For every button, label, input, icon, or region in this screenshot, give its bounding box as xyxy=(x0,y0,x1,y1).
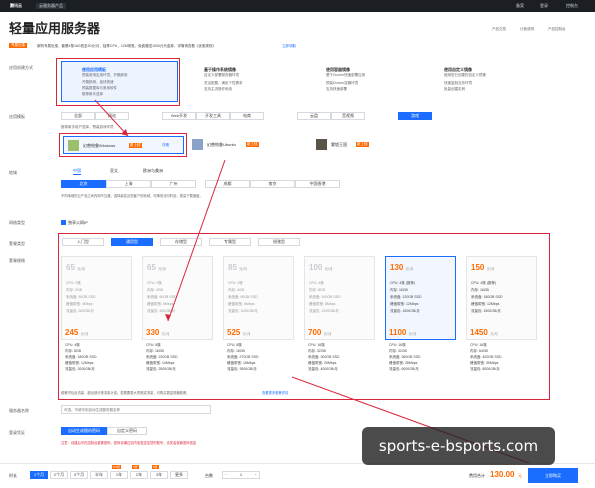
top-bar: 腾讯云 云服务器产品 备案 登录 控制台 xyxy=(0,0,595,12)
creation-desc: 自定义部署服务器环境 xyxy=(204,73,239,77)
duration-3y[interactable]: 3年 xyxy=(150,471,168,479)
template-palworld-ubuntu[interactable]: 幻兽帕鲁Ubuntu 新上线 xyxy=(188,136,309,154)
duration-badge: 5折 xyxy=(152,465,159,469)
creation-point: 支持快速部署 xyxy=(326,87,347,91)
template-tab-games[interactable]: 游戏 xyxy=(398,112,432,120)
doc-link[interactable]: 产品文档 xyxy=(492,27,506,32)
network-checkbox[interactable] xyxy=(61,220,66,225)
plus-icon[interactable]: + xyxy=(255,472,257,478)
duration-more[interactable]: 更多 xyxy=(170,471,188,479)
duration-1y[interactable]: 1年 xyxy=(110,471,128,479)
template-tab-webdev[interactable]: Web开发 xyxy=(162,112,196,120)
duration-6m[interactable]: 半年 xyxy=(90,471,108,479)
login-label: 登录凭证 xyxy=(9,430,25,435)
server-name-label: 服务器名称 xyxy=(9,408,29,413)
region-chengdu[interactable]: 成都 xyxy=(205,180,250,188)
network-option: 独享公网IP xyxy=(68,220,88,225)
login-random-password[interactable]: 自动生成随机密码 xyxy=(61,427,107,435)
fee-amount: 130.00 xyxy=(490,470,515,479)
nav-product[interactable]: 云服务器产品 xyxy=(36,3,66,9)
nav-console[interactable]: 控制台 xyxy=(566,3,578,9)
console-link[interactable]: 产品控制台 xyxy=(548,27,566,32)
creation-point: 批量创建实例 xyxy=(444,87,465,91)
template-tab-clouddisk[interactable]: 云盘 xyxy=(297,112,331,120)
package-type-label: 套餐类型 xyxy=(9,241,25,246)
template-badge: 新上线 xyxy=(246,142,259,147)
nav-record[interactable]: 备案 xyxy=(516,3,524,9)
game-icon xyxy=(192,139,203,150)
template-name: 幻兽帕鲁Ubuntu xyxy=(207,142,236,147)
creation-option-container[interactable]: 使用容器镜像 基于Docker快速部署应用 预装Docker容器环境 支持快速部… xyxy=(316,64,431,100)
template-name: 雾锁王国 xyxy=(331,142,347,147)
logo[interactable]: 腾讯云 xyxy=(10,3,22,9)
duration-badge: 7折 xyxy=(132,465,139,469)
region-tab-china[interactable]: 中国 xyxy=(73,168,81,175)
watermark: sports-e-bsports.com xyxy=(362,427,555,465)
creation-option-custom[interactable]: 使用自定义镜像 使用您已创建的自定义镜像 快速复制业务环境 批量创建实例 xyxy=(434,64,549,100)
fee-unit: 元 xyxy=(518,473,522,478)
template-tab-all[interactable]: 全部 xyxy=(61,112,95,120)
template-hint: 推荐新手用户选择，预装游戏环境 xyxy=(61,125,114,129)
duration-3m[interactable]: 3个月 xyxy=(70,471,88,479)
template-tab-devtools[interactable]: 开发工具 xyxy=(196,112,230,120)
region-label: 地域 xyxy=(9,170,17,175)
template-tab-media[interactable]: 音视频 xyxy=(331,112,365,120)
promo-link[interactable]: 立即领取 xyxy=(282,44,296,49)
login-warning: 注意：创建后可在控制台重置密码，密码将通过站内信发送至您的账号，请妥善保管密码信… xyxy=(61,441,197,445)
template-enshrouded[interactable]: 雾锁王国 新上线 xyxy=(312,136,433,154)
billing-link[interactable]: 计费说明 xyxy=(520,27,534,32)
fee-label: 费用合计 xyxy=(469,473,485,478)
creation-point: 快速复制业务环境 xyxy=(444,81,472,85)
creation-desc: 基于Docker快速部署应用 xyxy=(326,73,366,77)
template-tab-website[interactable]: 网站 xyxy=(95,112,129,120)
minus-icon[interactable]: − xyxy=(225,472,227,478)
nav-login[interactable]: 登录 xyxy=(540,3,548,9)
region-tab-euam[interactable]: 欧洲与美洲 xyxy=(143,168,163,174)
creation-label: 应用创建方式 xyxy=(9,65,33,70)
creation-point: 预装Docker容器环境 xyxy=(326,81,359,85)
template-label: 应用模板 xyxy=(9,114,25,119)
region-note: 不同地域的云产品之间内网不互通，选择最靠近您客户的地域，可降低访问时延、提高下载… xyxy=(61,194,203,198)
annotation-box-template xyxy=(59,133,187,157)
promo-badge: 专属优惠 xyxy=(9,43,27,48)
annotation-box-creation xyxy=(56,58,180,106)
creation-option-os[interactable]: 基于操作系统镜像 自定义部署服务器环境 灵活配置，满足个性需求 支持主流操作系统 xyxy=(194,64,309,100)
quantity-value: 1 xyxy=(239,472,243,477)
buy-now-button[interactable]: 立即购买 xyxy=(528,468,578,483)
duration-2m[interactable]: 2个月 xyxy=(50,471,68,479)
package-spec-label: 套餐规格 xyxy=(9,258,25,263)
region-guangzhou[interactable]: 广州 xyxy=(151,180,196,188)
server-name-input[interactable] xyxy=(61,405,211,414)
purchase-footer: 时长 1个月 2个月 3个月 半年 1年 2年 3年 更多 8.5折 7折 5折… xyxy=(0,463,595,488)
region-shanghai[interactable]: 上海 xyxy=(106,180,151,188)
game-icon xyxy=(316,139,327,150)
page-title: 轻量应用服务器 xyxy=(9,21,101,36)
annotation-box-packages xyxy=(58,233,550,400)
region-hongkong[interactable]: 中国香港 xyxy=(295,180,340,188)
duration-label: 时长 xyxy=(9,473,17,478)
template-badge: 新上线 xyxy=(356,142,369,147)
region-nanjing[interactable]: 南京 xyxy=(250,180,295,188)
creation-desc: 使用您已创建的自定义镜像 xyxy=(444,73,486,77)
creation-point: 支持主流操作系统 xyxy=(204,87,232,91)
duration-2y[interactable]: 2年 xyxy=(130,471,148,479)
creation-point: 灵活配置，满足个性需求 xyxy=(204,81,243,85)
promo-text: 新购专属优惠，套餐4核16G低至30元/月，独享CPU，12M带宽，免费赠送10… xyxy=(37,44,216,48)
network-label: 网络类型 xyxy=(9,220,25,225)
template-tab-ecommerce[interactable]: 电商 xyxy=(230,112,264,120)
quantity-stepper[interactable]: − 1 + xyxy=(222,471,260,479)
region-tab-apac[interactable]: 亚太 xyxy=(110,168,118,174)
quantity-label: 台数 xyxy=(205,473,213,478)
login-custom-password[interactable]: 自定义密码 xyxy=(107,427,147,435)
region-beijing[interactable]: 北京 xyxy=(61,180,106,188)
duration-badge: 8.5折 xyxy=(112,465,122,469)
duration-1m[interactable]: 1个月 xyxy=(30,471,48,479)
